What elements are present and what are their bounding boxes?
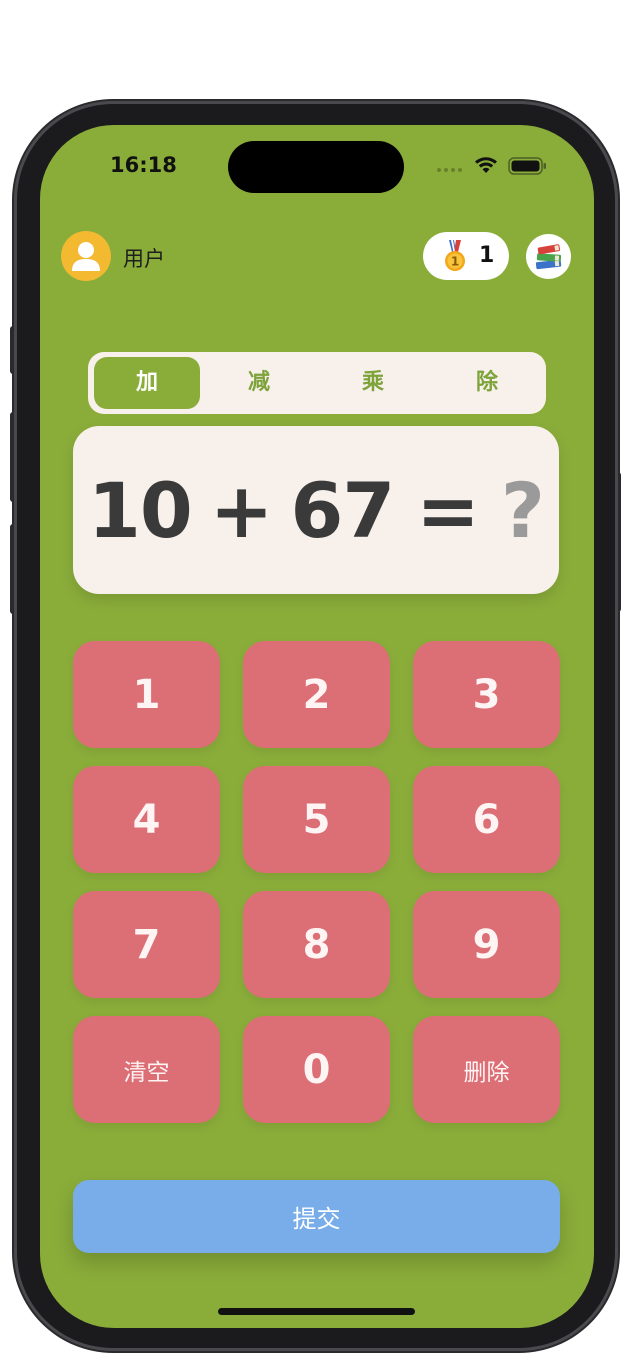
battery-icon xyxy=(508,157,546,175)
operation-tab-divide[interactable]: 除 xyxy=(434,357,540,409)
dynamic-island xyxy=(228,141,404,193)
volume-down-button xyxy=(10,524,17,614)
medal-counter[interactable]: 1 1 xyxy=(423,232,509,280)
username-label[interactable]: 用户 xyxy=(123,243,165,273)
key-8[interactable]: 8 xyxy=(243,891,390,998)
device-stage: 16:18 用户 1 1 加 减 乘 除 10 + 67 = ? 1 2 3 4… xyxy=(0,0,632,1353)
key-2[interactable]: 2 xyxy=(243,641,390,748)
question-operand-2: 67 xyxy=(290,465,395,555)
question-operator: + xyxy=(209,465,274,555)
medal-count: 1 xyxy=(479,243,495,268)
key-5[interactable]: 5 xyxy=(243,766,390,873)
person-icon xyxy=(72,242,100,271)
key-7[interactable]: 7 xyxy=(73,891,220,998)
medal-icon: 1 xyxy=(445,240,465,271)
status-time: 16:18 xyxy=(110,153,177,177)
key-9[interactable]: 9 xyxy=(413,891,560,998)
books-icon xyxy=(535,244,562,270)
submit-button[interactable]: 提交 xyxy=(73,1180,560,1253)
clear-button[interactable]: 清空 xyxy=(73,1016,220,1123)
answer-placeholder: ? xyxy=(500,465,545,555)
operation-tab-multiply[interactable]: 乘 xyxy=(320,357,426,409)
app-screen: 16:18 用户 1 1 加 减 乘 除 10 + 67 = ? 1 2 3 4… xyxy=(40,125,594,1328)
question-equals: = xyxy=(416,465,480,555)
key-4[interactable]: 4 xyxy=(73,766,220,873)
key-3[interactable]: 3 xyxy=(413,641,560,748)
key-6[interactable]: 6 xyxy=(413,766,560,873)
question-operand-1: 10 xyxy=(88,465,193,555)
volume-up-button xyxy=(10,412,17,502)
user-avatar-icon[interactable] xyxy=(61,231,111,281)
operation-tab-subtract[interactable]: 减 xyxy=(206,357,312,409)
key-1[interactable]: 1 xyxy=(73,641,220,748)
question-expression: 10 + 67 = ? xyxy=(73,426,559,594)
question-card: 10 + 67 = ? xyxy=(73,426,559,594)
svg-text:1: 1 xyxy=(451,255,459,269)
silent-switch xyxy=(10,326,17,374)
operation-selector: 加 减 乘 除 xyxy=(88,352,546,414)
power-button xyxy=(614,472,621,612)
key-0[interactable]: 0 xyxy=(243,1016,390,1123)
operation-tab-add[interactable]: 加 xyxy=(94,357,200,409)
books-button[interactable] xyxy=(526,234,571,279)
delete-button[interactable]: 删除 xyxy=(413,1016,560,1123)
home-indicator[interactable] xyxy=(218,1308,415,1315)
wifi-icon xyxy=(475,157,497,173)
cellular-signal-icon xyxy=(437,168,462,172)
